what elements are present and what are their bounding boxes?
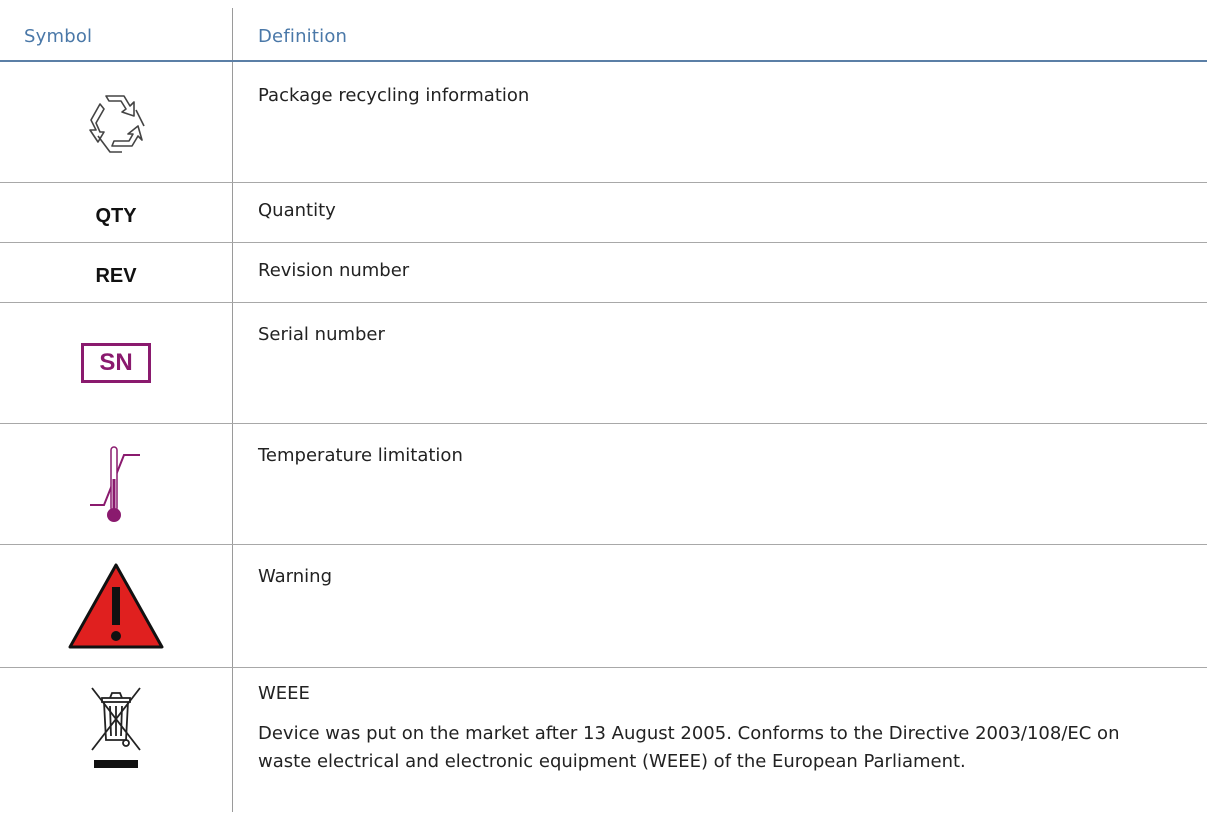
table-row: Temperature limitation xyxy=(0,424,1207,545)
symbol-cell xyxy=(0,62,232,182)
definition-cell: Warning xyxy=(258,566,333,587)
table-row: Package recycling information xyxy=(0,62,1207,183)
symbol-definition-table: Symbol Definition Package recycling info… xyxy=(0,0,1207,818)
table-row: REV Revision number xyxy=(0,243,1207,303)
symbol-cell xyxy=(0,424,232,544)
table-row: QTY Quantity xyxy=(0,183,1207,243)
warning-icon xyxy=(68,563,164,649)
definition-cell: Revision number xyxy=(258,260,410,281)
definition-cell: WEEE Device was put on the market after … xyxy=(258,680,1187,788)
table-row: SN Serial number xyxy=(0,303,1207,424)
weee-note: Device was put on the market after 13 Au… xyxy=(258,723,1120,772)
definition-cell: Package recycling information xyxy=(258,85,530,106)
serial-number-icon: SN xyxy=(81,343,151,383)
symbol-cell: REV xyxy=(0,243,232,302)
recycle-icon xyxy=(89,95,145,153)
table-row: WEEE Device was put on the market after … xyxy=(0,668,1207,818)
symbol-cell: SN xyxy=(0,303,232,423)
qty-symbol: QTY xyxy=(95,205,137,227)
symbol-cell: QTY xyxy=(0,183,232,242)
serial-number-label: SN xyxy=(99,349,133,376)
weee-title: WEEE xyxy=(258,683,310,704)
definition-cell: Temperature limitation xyxy=(258,445,463,466)
definition-cell: Quantity xyxy=(258,200,336,221)
definition-cell: Serial number xyxy=(258,324,385,345)
symbol-cell xyxy=(0,668,232,818)
table-row: Warning xyxy=(0,545,1207,668)
symbol-cell xyxy=(0,545,232,667)
header-symbol: Symbol xyxy=(24,26,93,47)
rev-symbol: REV xyxy=(95,265,137,287)
header-definition: Definition xyxy=(258,26,348,47)
table-header: Symbol Definition xyxy=(0,0,1207,62)
temperature-limit-icon xyxy=(90,446,140,522)
weee-crossed-bin-icon xyxy=(91,687,141,768)
